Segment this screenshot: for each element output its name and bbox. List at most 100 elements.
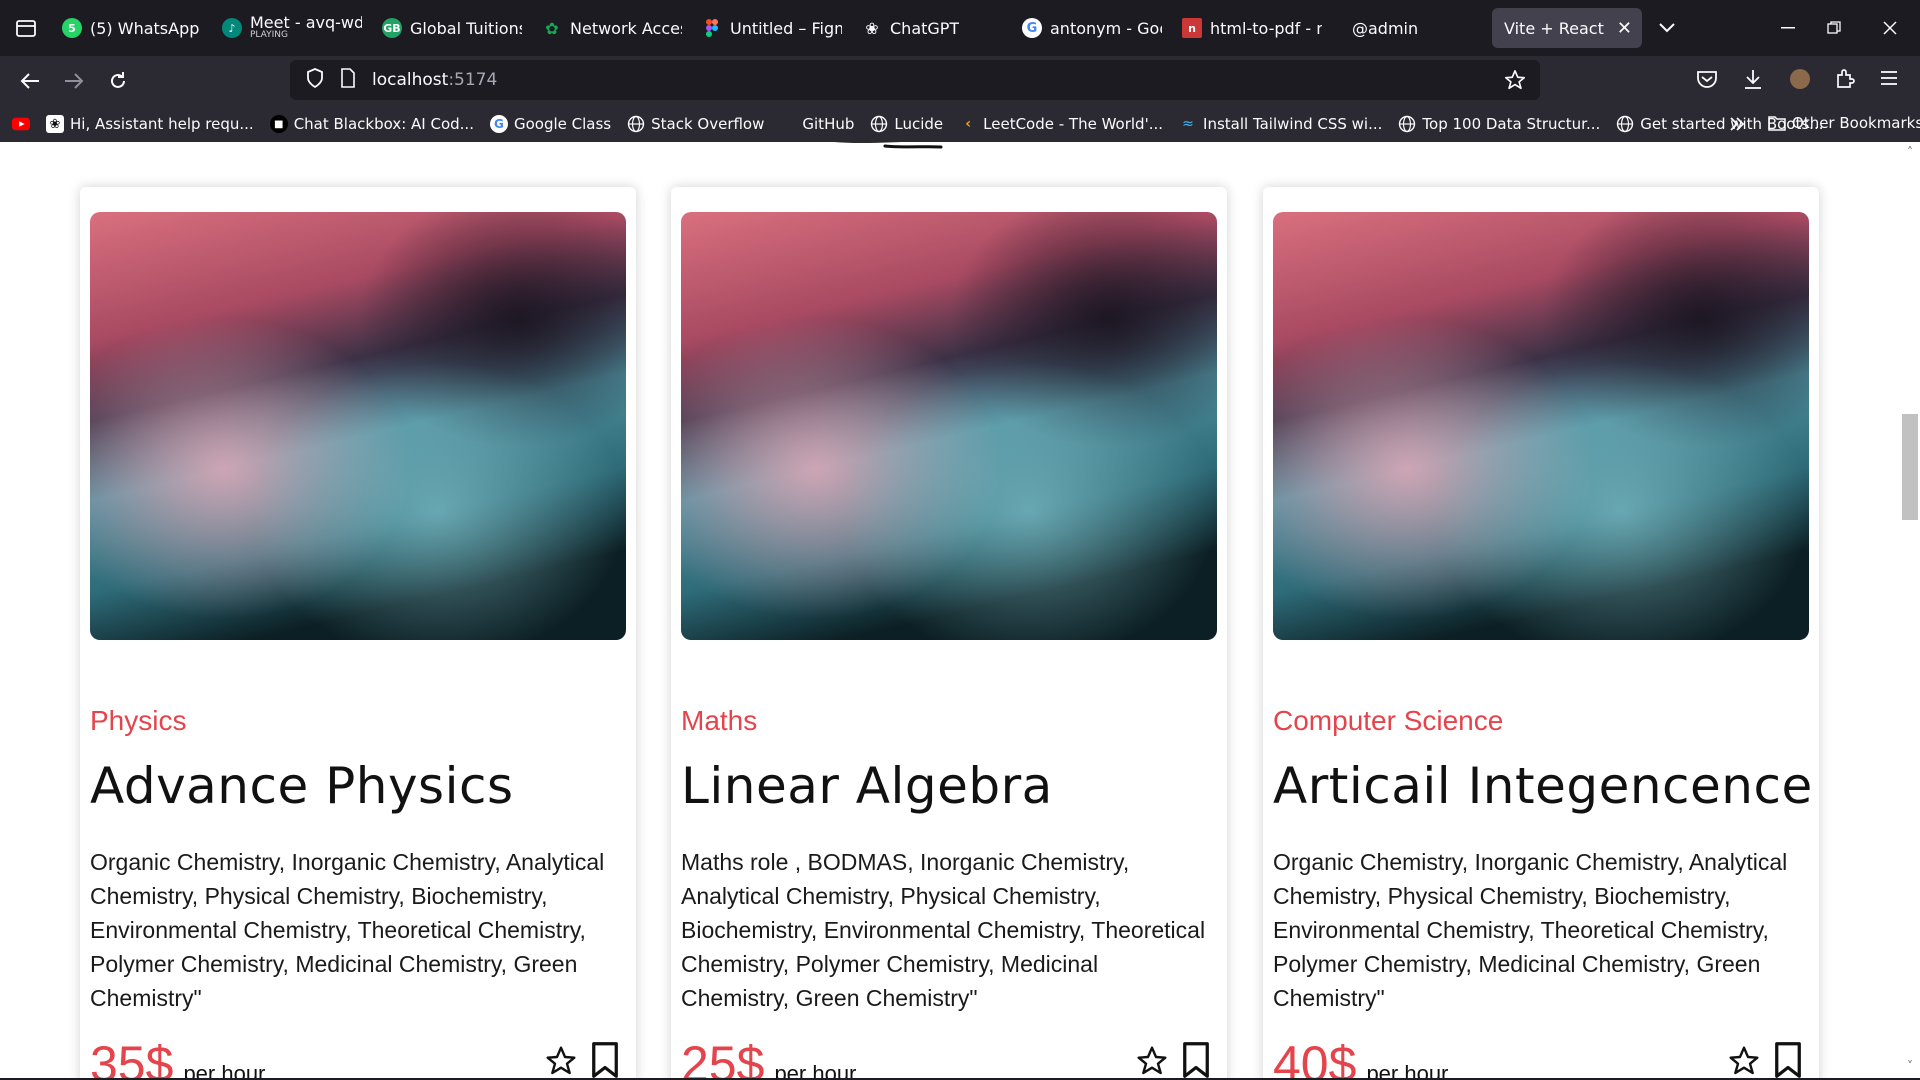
bookmark-github[interactable]: GitHub [772,115,862,133]
restore-icon[interactable] [1806,0,1862,56]
tab-network-access[interactable]: ✿ Network Access [532,8,692,48]
tab-google-antonym[interactable]: G antonym - Google [1012,8,1172,48]
url-text: localhost:5174 [372,70,497,90]
course-category: Maths [681,705,758,736]
figma-icon [702,18,722,38]
course-price: 25$ per hour [681,1035,856,1078]
course-price: 35$ per hour [90,1035,265,1078]
google-icon: G [489,115,508,133]
leetcode-icon: ‹ [965,116,972,132]
downloads-icon[interactable] [1742,68,1764,94]
gb-icon: GB [382,18,402,38]
course-title: Linear Algebra [681,757,1053,815]
reload-icon[interactable] [96,61,140,101]
scroll-thumb[interactable] [1902,414,1918,520]
bookmark-icon[interactable] [1181,1041,1211,1078]
tab-figma[interactable]: Untitled – Figma [692,8,852,48]
bookmark-assistant[interactable]: ❀ Hi, Assistant help requ... [38,115,262,133]
url-host: localhost [372,70,449,90]
account-avatar[interactable] [1790,69,1810,89]
page-scrollbar[interactable]: ˄ ˅ [1900,142,1920,1078]
scroll-down-icon[interactable]: ˅ [1904,1060,1916,1072]
tab-whatsapp[interactable]: 5 (5) WhatsApp [52,8,212,48]
extensions-icon[interactable] [1834,68,1856,94]
star-icon[interactable] [1136,1045,1168,1077]
more-bookmarks-icon[interactable] [1728,115,1746,137]
star-icon[interactable] [545,1045,577,1077]
back-icon[interactable] [8,61,52,101]
course-title: Articail Integencence [1273,757,1813,815]
folder-icon [1768,114,1786,132]
heading-underline-squiggle [834,142,943,149]
bookmark-lucide[interactable]: Lucide [862,115,951,133]
course-description: Organic Chemistry, Inorganic Chemistry, … [90,849,605,1011]
course-category: Physics [90,705,187,736]
price-value: 25$ [681,1036,765,1078]
npm-icon: n [1182,18,1202,38]
bookmark-stack-overflow[interactable]: Stack Overflow [619,115,772,133]
pocket-icon[interactable] [1696,68,1718,94]
course-image [1273,212,1809,640]
course-description: Organic Chemistry, Inorganic Chemistry, … [1273,849,1788,1011]
bookmarks-toolbar: ❀ Hi, Assistant help requ... ■ Chat Blac… [0,106,1920,142]
globe-icon [1616,115,1634,133]
list-all-tabs-icon[interactable] [1642,8,1692,48]
course-card[interactable]: Maths Linear Algebra Maths role , BODMAS… [671,187,1227,1078]
tab-chatgpt[interactable]: ❀ ChatGPT [852,8,1012,48]
course-price: 40$ per hour [1273,1035,1448,1078]
blackbox-icon: ■ [269,115,288,133]
bookmark-tailwind[interactable]: ≈ Install Tailwind CSS wi... [1171,115,1390,133]
url-port: :5174 [448,70,498,90]
price-unit: per hour [1366,1061,1449,1078]
bookmark-icon[interactable] [590,1041,620,1078]
shield-icon[interactable] [306,68,324,92]
course-image [90,212,626,640]
tab-bar: 5 (5) WhatsApp ♪ Meet - avq-wd PLAYING GB… [0,0,1920,56]
forward-icon[interactable] [52,61,96,101]
page-info-icon[interactable] [340,68,356,92]
address-bar[interactable]: localhost:5174 [290,60,1540,100]
whatsapp-icon: 5 [62,18,82,38]
price-unit: per hour [183,1061,266,1078]
globe-icon [870,115,888,133]
leaf-icon: ✿ [545,18,559,38]
price-value: 40$ [1273,1036,1357,1078]
course-category: Computer Science [1273,705,1504,736]
speaker-icon: ♪ [222,18,242,38]
bookmark-data-structures[interactable]: Top 100 Data Structur... [1390,115,1608,133]
scroll-up-icon[interactable]: ˄ [1904,146,1916,158]
globe-icon [627,115,645,133]
course-card[interactable]: Physics Advance Physics Organic Chemistr… [80,187,636,1078]
navigation-toolbar: localhost:5174 [0,56,1920,106]
price-value: 35$ [90,1036,174,1078]
course-card[interactable]: Computer Science Articail Integencence O… [1263,187,1819,1078]
bookmark-youtube[interactable] [0,115,38,133]
close-tab-icon[interactable]: ✕ [1617,18,1632,39]
tab-meet[interactable]: ♪ Meet - avq-wd PLAYING [212,8,372,48]
menu-icon[interactable] [1880,70,1898,90]
price-unit: per hour [774,1061,857,1078]
tab-npm[interactable]: n html-to-pdf - npm [1172,8,1332,48]
google-icon: G [1022,18,1042,38]
tailwind-icon: ≈ [1182,116,1194,132]
globe-icon [1398,115,1416,133]
bookmark-blackbox[interactable]: ■ Chat Blackbox: AI Cod... [262,115,482,133]
course-image [681,212,1217,640]
tab-global-tuitions[interactable]: GB Global Tuitions [372,8,532,48]
other-bookmarks[interactable]: Other Bookmarks [1760,114,1920,132]
course-description: Maths role , BODMAS, Inorganic Chemistry… [681,849,1206,1011]
youtube-icon [12,115,30,133]
page-viewport: Physics Advance Physics Organic Chemistr… [0,142,1920,1078]
tab-vite-react[interactable]: Vite + React ✕ [1492,8,1642,48]
openai-icon: ❀ [46,115,64,133]
close-window-icon[interactable] [1862,0,1918,56]
bookmark-star-icon[interactable] [1504,69,1526,95]
tab-admin[interactable]: @admin [1332,8,1482,48]
bookmark-google-class[interactable]: G Google Class [482,115,619,133]
star-icon[interactable] [1728,1045,1760,1077]
bookmark-leetcode[interactable]: ‹ LeetCode - The World'... [951,115,1171,133]
course-title: Advance Physics [90,757,514,815]
bookmark-icon[interactable] [1773,1041,1803,1078]
openai-icon: ❀ [865,18,879,38]
tab-list-icon[interactable] [0,0,52,56]
